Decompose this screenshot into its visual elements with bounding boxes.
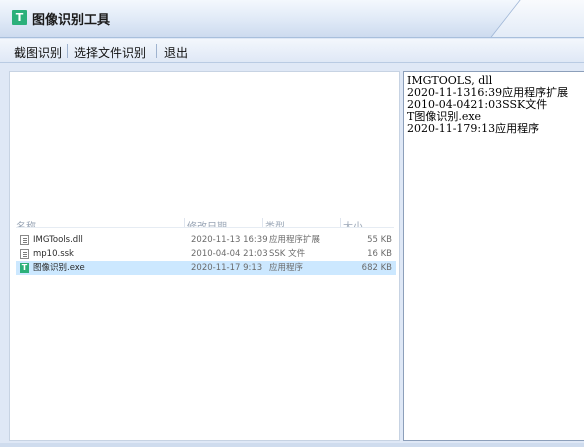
file-row[interactable]: IMGTools.dll 2020-11-13 16:39 应用程序扩展 55 … — [16, 233, 396, 247]
file-type: 应用程序 — [269, 263, 304, 273]
file-row-selected[interactable]: T 图像识别.exe 2020-11-17 9:13 应用程序 682 KB — [16, 261, 396, 275]
menu-select-file-ocr[interactable]: 选择文件识别 — [74, 44, 146, 61]
file-date: 2010-04-04 21:03 — [191, 249, 268, 259]
app-logo-icon: T — [12, 10, 27, 25]
generic-file-icon — [20, 249, 29, 259]
app-exe-icon: T — [20, 263, 29, 273]
title-bar: T 图像识别工具 — [0, 0, 584, 38]
menu-exit[interactable]: 退出 — [164, 44, 188, 61]
menu-bar: 截图识别 选择文件识别 退出 — [0, 39, 584, 63]
file-name: 图像识别.exe — [33, 263, 85, 273]
file-date: 2020-11-13 16:39 — [191, 235, 268, 245]
file-type: SSK 文件 — [269, 249, 306, 259]
menu-separator — [156, 44, 157, 58]
window-title: 图像识别工具 — [32, 13, 111, 28]
recognition-result-textbox[interactable]: IMGTOOLS, dll 2020-11-1316:39应用程序扩展 2010… — [403, 71, 584, 441]
file-size: 16 KB — [367, 249, 392, 259]
dll-file-icon — [20, 235, 29, 245]
menu-screenshot-ocr[interactable]: 截图识别 — [14, 44, 62, 61]
header-divider — [16, 227, 394, 228]
window-bottom-border — [0, 443, 584, 447]
file-size: 682 KB — [361, 263, 392, 273]
file-name: IMGTools.dll — [33, 235, 83, 245]
file-name: mp10.ssk — [33, 249, 74, 259]
file-size: 55 KB — [367, 235, 392, 245]
file-type: 应用程序扩展 — [269, 235, 321, 245]
title-bar-decoration — [480, 0, 584, 37]
file-row[interactable]: mp10.ssk 2010-04-04 21:03 SSK 文件 16 KB — [16, 247, 396, 261]
file-date: 2020-11-17 9:13 — [191, 263, 263, 273]
image-preview-pane: 名称 修改日期 类型 大小 IMGTools.dll 2020-11-13 16… — [9, 71, 400, 441]
result-line: 2020-11-179:13应用程序 — [407, 122, 540, 135]
menu-separator — [67, 44, 68, 58]
